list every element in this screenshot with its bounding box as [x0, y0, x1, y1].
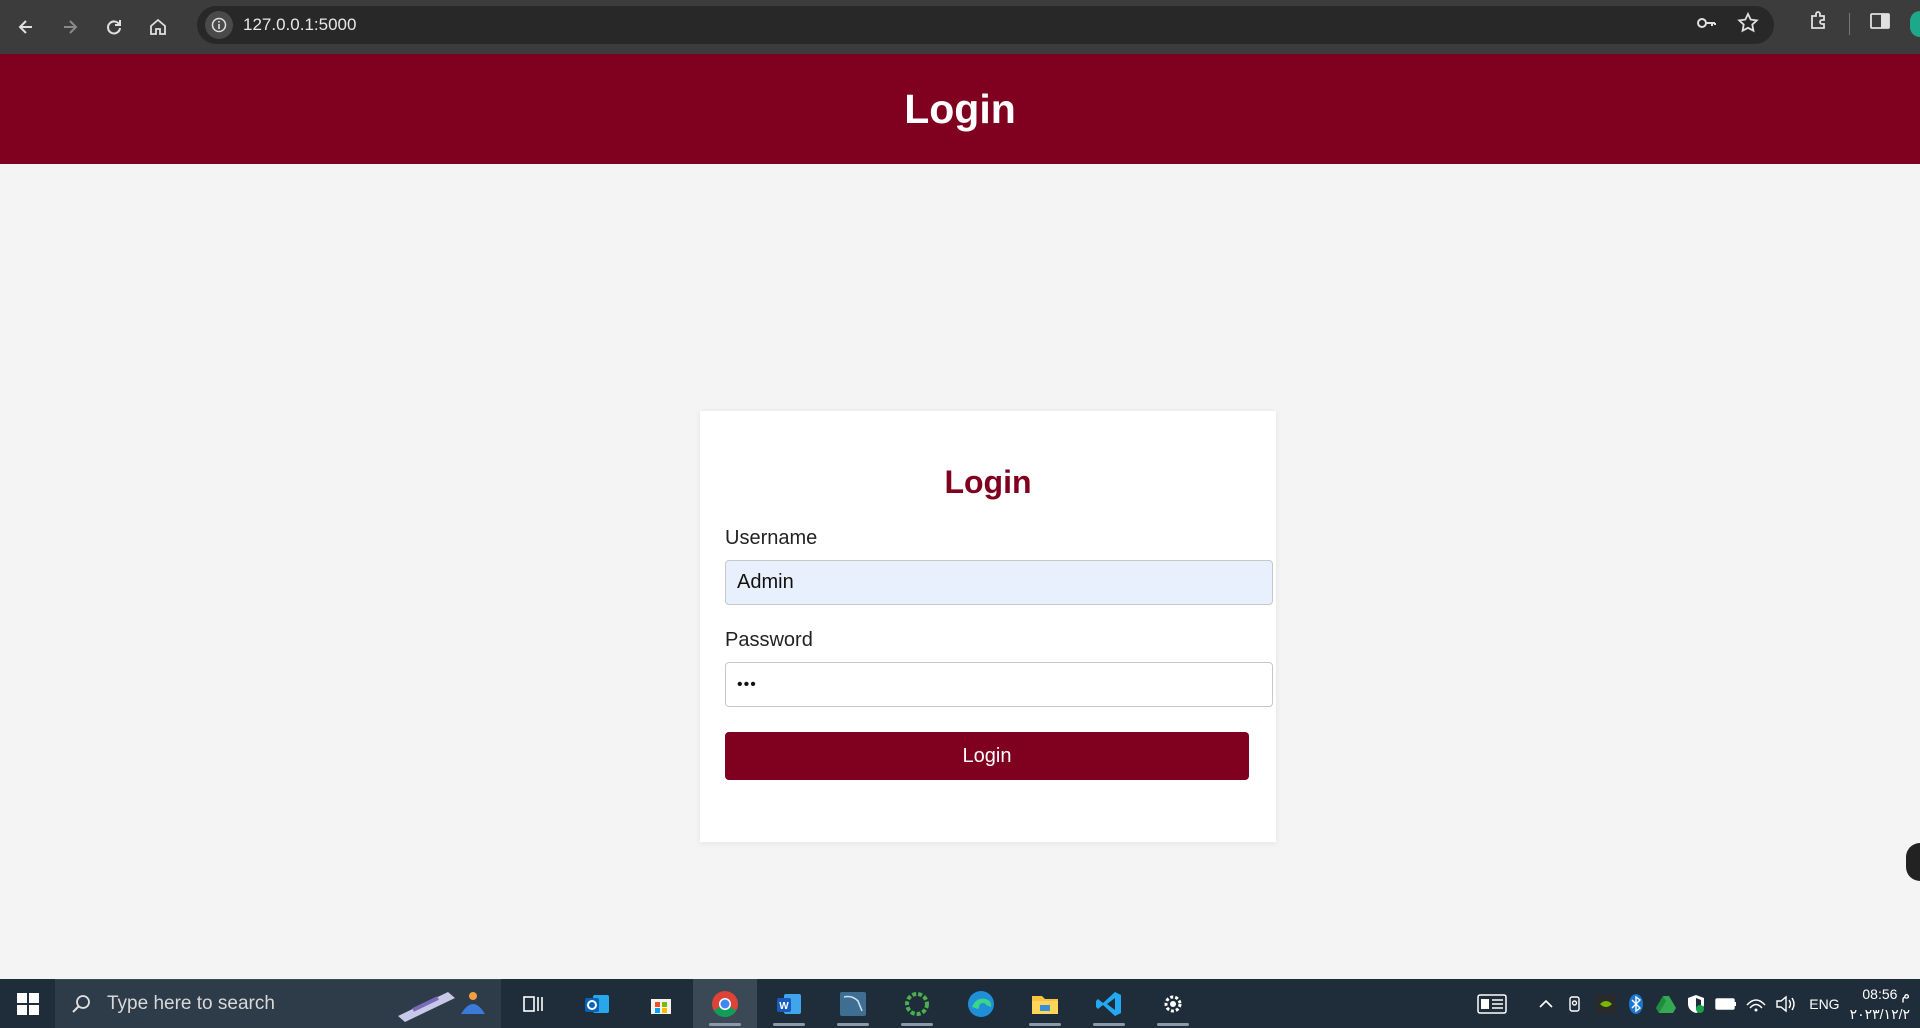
edge-sidebar-handle[interactable]: [1906, 843, 1920, 881]
browser-toolbar: 127.0.0.1:5000: [0, 0, 1920, 54]
app-header: Login: [0, 54, 1920, 164]
ring-app-icon: [905, 991, 929, 1016]
folder-icon: [1032, 995, 1058, 1014]
search-highlight-art-icon: [398, 992, 485, 1022]
outlook-icon: [585, 994, 609, 1013]
username-input[interactable]: Admin: [725, 560, 1273, 605]
login-button[interactable]: Login: [725, 732, 1249, 780]
word-button[interactable]: W: [757, 979, 821, 1028]
clock-time: 08:56 م: [1862, 985, 1910, 1002]
bookmark-star-icon[interactable]: [1736, 11, 1760, 40]
home-icon: [150, 18, 166, 35]
battery-icon[interactable]: [1711, 979, 1741, 1028]
start-button[interactable]: [0, 979, 55, 1028]
login-card: Login Username Admin Password ••• Login: [700, 411, 1276, 842]
forward-button[interactable]: [52, 9, 88, 45]
chrome-icon: [712, 990, 738, 1017]
mysql-workbench-button[interactable]: [821, 979, 885, 1028]
edge-icon: [968, 990, 994, 1017]
camera-tray-icon[interactable]: [1561, 979, 1591, 1028]
ring-app-button[interactable]: [885, 979, 949, 1028]
chrome-button[interactable]: [693, 979, 757, 1028]
language-indicator[interactable]: ENG: [1809, 996, 1839, 1012]
volume-icon[interactable]: [1771, 979, 1801, 1028]
toolbar-divider: [1849, 12, 1850, 35]
page-title: Login: [904, 85, 1016, 132]
gear-icon: [1164, 995, 1182, 1012]
username-label: Username: [725, 527, 818, 549]
mysql-workbench-icon: [840, 991, 866, 1016]
svg-text:W: W: [779, 1001, 789, 1012]
taskbar-search[interactable]: Type here to search: [55, 979, 501, 1028]
search-icon: [72, 995, 90, 1013]
reload-button[interactable]: [96, 9, 132, 45]
outlook-button[interactable]: [565, 979, 629, 1028]
bluetooth-icon[interactable]: [1621, 979, 1651, 1028]
task-view-icon: [523, 995, 543, 1012]
extensions-icon[interactable]: [1807, 9, 1831, 38]
reload-icon: [107, 20, 121, 35]
search-placeholder: Type here to search: [107, 993, 275, 1014]
drive-sync-icon[interactable]: [1651, 979, 1681, 1028]
wifi-icon[interactable]: [1741, 979, 1771, 1028]
password-label: Password: [725, 629, 813, 651]
store-icon: [651, 998, 671, 1014]
profile-avatar-icon[interactable]: [1910, 10, 1920, 37]
taskbar: Type here to search W ENG 08:56 م ٢٠٢٣/١…: [0, 979, 1920, 1028]
site-info-icon[interactable]: [205, 11, 233, 39]
vscode-button[interactable]: [1077, 979, 1141, 1028]
login-card-title: Login: [944, 464, 1032, 500]
address-bar[interactable]: 127.0.0.1:5000: [197, 6, 1774, 44]
edge-button[interactable]: [949, 979, 1013, 1028]
password-input[interactable]: •••: [725, 662, 1273, 707]
username-value: Admin: [737, 571, 794, 593]
system-tray: ENG 08:56 م ٢٠٢٣/١٢/٢: [1467, 979, 1920, 1028]
store-button[interactable]: [629, 979, 693, 1028]
settings-button[interactable]: [1141, 979, 1205, 1028]
vscode-icon: [1096, 991, 1121, 1016]
home-button[interactable]: [140, 9, 176, 45]
windows-icon: [16, 992, 39, 1015]
clock[interactable]: 08:56 م ٢٠٢٣/١٢/٢: [1850, 984, 1910, 1024]
arrow-right-icon: [64, 20, 78, 34]
news-widget-icon[interactable]: [1467, 979, 1517, 1028]
task-view-button[interactable]: [501, 979, 565, 1028]
word-icon: W: [777, 993, 801, 1014]
file-explorer-button[interactable]: [1013, 979, 1077, 1028]
chevron-up-icon[interactable]: [1531, 979, 1561, 1028]
arrow-left-icon: [18, 20, 32, 34]
url-text[interactable]: 127.0.0.1:5000: [243, 15, 356, 35]
clock-date: ٢٠٢٣/١٢/٢: [1849, 1005, 1910, 1022]
security-shield-icon[interactable]: [1681, 979, 1711, 1028]
password-key-icon[interactable]: [1694, 11, 1718, 40]
password-value: •••: [737, 675, 757, 693]
nvidia-icon[interactable]: [1591, 979, 1621, 1028]
side-panel-icon[interactable]: [1868, 9, 1892, 38]
back-button[interactable]: [8, 9, 44, 45]
